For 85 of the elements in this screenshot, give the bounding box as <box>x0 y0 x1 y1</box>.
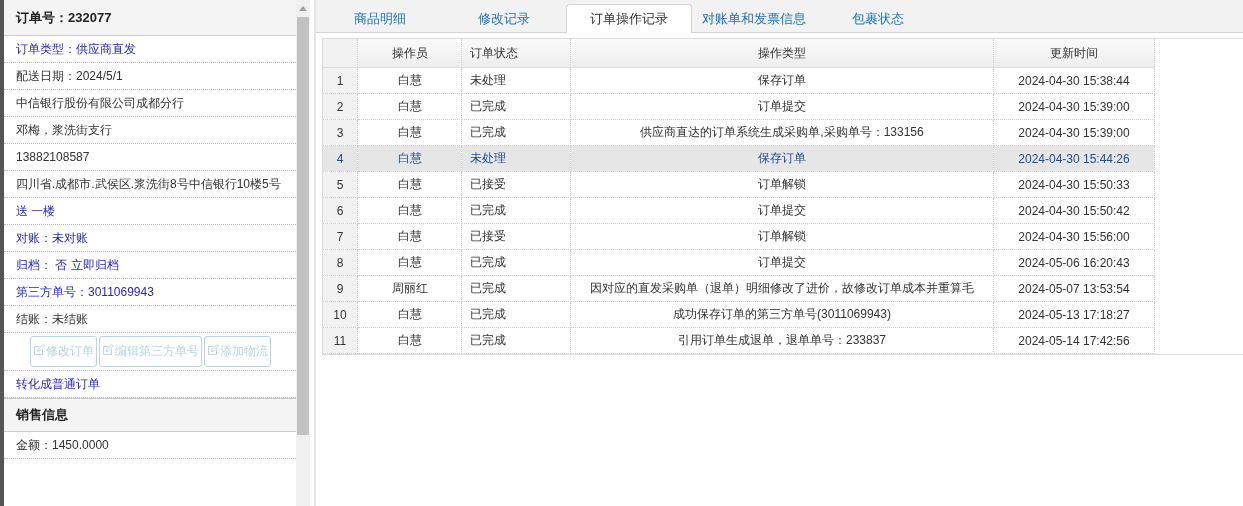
table-cell: 白慧 <box>357 327 462 354</box>
info-link[interactable]: 对账：未对账 <box>16 225 88 251</box>
tab[interactable]: 商品明细 <box>318 5 442 32</box>
table-cell: 成功保存订单的第三方单号(3011069943) <box>570 301 994 328</box>
table-cell: 2024-04-30 15:39:00 <box>993 93 1155 120</box>
row-number: 9 <box>323 275 358 302</box>
table-cell: 白慧 <box>357 119 462 146</box>
scrollbar[interactable] <box>296 0 310 506</box>
info-text: 邓梅，浆洗街支行 <box>16 122 112 139</box>
convert-link[interactable]: 转化成普通订单 <box>16 371 100 397</box>
order-number-title: 订单号：232077 <box>4 0 296 36</box>
table-cell: 白慧 <box>357 171 462 198</box>
table-cell: 白慧 <box>357 67 462 94</box>
row-number: 4 <box>323 145 358 172</box>
table-cell: 白慧 <box>357 197 462 224</box>
table-cell: 已完成 <box>461 327 571 354</box>
table-cell: 已完成 <box>461 275 571 302</box>
table-cell: 已完成 <box>461 249 571 276</box>
table-cell: 2024-05-07 13:53:54 <box>993 275 1155 302</box>
row-number: 6 <box>323 197 358 224</box>
info-text: 四川省.成都市.武侯区.浆洗街8号中信银行10楼5号 <box>16 176 281 193</box>
row-number: 7 <box>323 223 358 250</box>
table-cell: 2024-04-30 15:44:26 <box>993 145 1155 172</box>
table-cell: 供应商直达的订单系统生成采购单,采购单号：133156 <box>570 119 994 146</box>
scrollbar-thumb[interactable] <box>297 17 309 435</box>
pencil-icon <box>206 344 219 356</box>
column-header[interactable]: 更新时间 <box>993 39 1155 68</box>
tab[interactable]: 包裹状态 <box>816 5 940 32</box>
table-cell: 2024-04-30 15:50:33 <box>993 171 1155 198</box>
column-header[interactable]: 订单状态 <box>461 39 571 68</box>
table-cell: 白慧 <box>357 223 462 250</box>
tab[interactable]: 订单操作记录 <box>566 4 692 33</box>
table-cell: 已完成 <box>461 301 571 328</box>
table-cell: 已完成 <box>461 197 571 224</box>
info-link[interactable]: 订单类型：供应商直发 <box>16 36 136 62</box>
table-cell: 白慧 <box>357 301 462 328</box>
table-cell: 周丽红 <box>357 275 462 302</box>
table-cell: 保存订单 <box>570 67 994 94</box>
table-cell: 因对应的直发采购单（退单）明细修改了进价，故修改订单成本并重算毛 <box>570 275 994 302</box>
row-number: 8 <box>323 249 358 276</box>
table-cell: 保存订单 <box>570 145 994 172</box>
tab[interactable]: 修改记录 <box>442 5 566 32</box>
table-cell: 引用订单生成退单，退单单号：233837 <box>570 327 994 354</box>
row-number: 2 <box>323 93 358 120</box>
info-text: 13882108587 <box>16 149 90 166</box>
table-cell: 已完成 <box>461 119 571 146</box>
table-cell: 订单提交 <box>570 249 994 276</box>
table-cell: 订单解锁 <box>570 171 994 198</box>
scroll-up-icon[interactable] <box>299 6 307 11</box>
tab[interactable]: 对账单和发票信息 <box>692 5 816 32</box>
table-cell: 2024-05-14 17:42:56 <box>993 327 1155 354</box>
info-link[interactable]: 送 一楼 <box>16 198 56 224</box>
table-cell: 已完成 <box>461 93 571 120</box>
table-cell: 订单提交 <box>570 197 994 224</box>
table-cell: 白慧 <box>357 249 462 276</box>
table-cell: 2024-04-30 15:38:44 <box>993 67 1155 94</box>
column-header[interactable]: 操作员 <box>357 39 462 68</box>
table-cell: 2024-04-30 15:56:00 <box>993 223 1155 250</box>
row-number: 1 <box>323 67 358 94</box>
info-link[interactable]: 第三方单号：3011069943 <box>16 279 154 305</box>
pencil-icon <box>32 344 45 356</box>
sales-section-title: 销售信息 <box>4 398 296 432</box>
table-cell: 订单解锁 <box>570 223 994 250</box>
info-text: 结账：未结账 <box>16 311 88 328</box>
info-text: 配送日期：2024/5/1 <box>16 68 123 85</box>
row-number: 5 <box>323 171 358 198</box>
info-text: 中信银行股份有限公司成都分行 <box>16 95 184 112</box>
column-header[interactable]: 操作类型 <box>570 39 994 68</box>
pencil-icon <box>101 344 114 356</box>
info-text: 金额：1450.0000 <box>16 437 109 454</box>
row-number: 10 <box>323 301 358 328</box>
table-cell: 已接受 <box>461 171 571 198</box>
table-cell: 白慧 <box>357 93 462 120</box>
row-number: 3 <box>323 119 358 146</box>
table-cell: 2024-04-30 15:50:42 <box>993 197 1155 224</box>
table-cell: 2024-05-13 17:18:27 <box>993 301 1155 328</box>
table-cell: 未处理 <box>461 67 571 94</box>
table-cell: 2024-04-30 15:39:00 <box>993 119 1155 146</box>
table-cell: 未处理 <box>461 145 571 172</box>
row-number: 11 <box>323 327 358 354</box>
table-cell: 订单提交 <box>570 93 994 120</box>
table-cell: 白慧 <box>357 145 462 172</box>
info-link[interactable]: 归档： 否 立即归档 <box>16 252 119 278</box>
table-cell: 已接受 <box>461 223 571 250</box>
table-cell: 2024-05-06 16:20:43 <box>993 249 1155 276</box>
